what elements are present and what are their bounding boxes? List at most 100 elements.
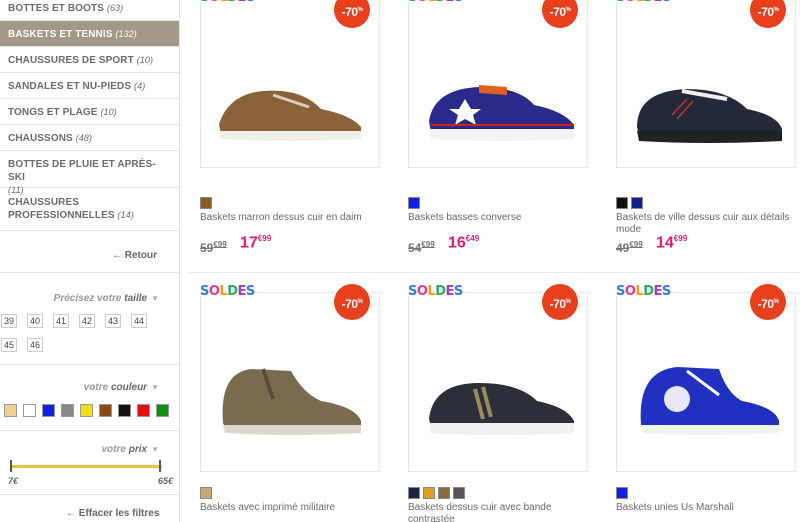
filter-key: taille	[124, 293, 148, 304]
product-card[interactable]: SOLDES -70% Baskets marron dessus cuir en …	[200, 0, 400, 262]
soldes-letter: S	[245, 284, 255, 299]
price-filter-title[interactable]: votre prix ▼	[102, 444, 160, 455]
price-slider-min-handle[interactable]	[10, 460, 12, 472]
category-label: CHAUSSURES DE SPORT	[8, 55, 134, 66]
filter-key: prix	[128, 444, 148, 455]
product-color-swatch[interactable]	[200, 197, 212, 209]
category-item-sandales[interactable]: SANDALES ET NU-PIEDS (4)	[0, 73, 179, 99]
product-name[interactable]: Baskets avec imprimé militaire	[200, 502, 380, 514]
soldes-letter: D	[227, 0, 238, 5]
sale-price-dec: €99	[257, 234, 272, 243]
percent-sign: %	[773, 7, 779, 13]
product-color-swatch[interactable]	[408, 197, 420, 209]
category-item-chaussures-pro[interactable]: CHAUSSURES PROFESSIONNELLES (14)	[0, 188, 179, 231]
size-option[interactable]: 43	[105, 314, 121, 328]
product-name[interactable]: Baskets de ville dessus cuir aux détails…	[616, 212, 796, 236]
color-swatch[interactable]	[156, 404, 169, 417]
color-filter-title[interactable]: votre couleur ▼	[84, 382, 159, 393]
old-price: 59€99	[200, 240, 227, 255]
soldes-logo: SOLDES	[616, 0, 671, 5]
color-swatch[interactable]	[23, 404, 36, 417]
category-item-chaussures-de-sport[interactable]: CHAUSSURES DE SPORT (10)	[0, 47, 179, 73]
color-swatch[interactable]	[137, 404, 150, 417]
old-price: 54€99	[408, 240, 435, 255]
soldes-letter: E	[653, 284, 663, 299]
category-count: (63)	[106, 3, 124, 13]
size-option[interactable]: 44	[131, 314, 147, 328]
old-price-dec: €99	[629, 240, 643, 249]
product-color-swatch[interactable]	[408, 487, 420, 499]
color-swatch[interactable]	[80, 404, 93, 417]
price-slider-track[interactable]	[10, 465, 162, 468]
clear-filters-link[interactable]: ← Effacer les filtres	[66, 508, 159, 519]
sale-price: 14€99	[656, 234, 687, 252]
size-option[interactable]: 41	[53, 314, 69, 328]
old-price-dec: €99	[213, 240, 227, 249]
soldes-letter: O	[417, 0, 428, 5]
category-count: (132)	[115, 29, 137, 39]
old-price: 49€99	[616, 240, 643, 255]
product-color-swatch[interactable]	[616, 197, 628, 209]
soldes-letter: S	[408, 0, 417, 5]
soldes-letter: O	[624, 284, 636, 299]
size-filter-title[interactable]: Précisez votre taille ▼	[54, 293, 159, 304]
soldes-logo: SOLDES	[200, 0, 255, 5]
product-name[interactable]: Baskets dessus cuir avec bande contrasté…	[408, 502, 588, 522]
color-swatch[interactable]	[4, 404, 17, 417]
old-price-dec: €99	[421, 240, 435, 249]
size-option[interactable]: 40	[27, 314, 43, 328]
color-swatch[interactable]	[61, 404, 74, 417]
category-item-bottes-et-boots[interactable]: BOTTES ET BOOTS (63)	[0, 0, 179, 21]
old-price-int: 49	[616, 241, 630, 255]
product-color-swatch[interactable]	[616, 487, 628, 499]
color-swatch[interactable]	[42, 404, 55, 417]
soldes-letter: E	[446, 0, 455, 5]
category-item-chaussons[interactable]: CHAUSSONS (48)	[0, 125, 179, 151]
color-swatch[interactable]	[118, 404, 131, 417]
size-option[interactable]: 45	[1, 338, 17, 352]
product-name[interactable]: Baskets unies Us Marshall	[616, 502, 796, 514]
category-label: CHAUSSONS	[8, 133, 73, 144]
size-option[interactable]: 46	[27, 338, 43, 352]
size-option[interactable]: 39	[1, 314, 17, 328]
filter-key: couleur	[110, 382, 148, 393]
percent-sign: %	[773, 299, 779, 305]
color-swatch[interactable]	[99, 404, 112, 417]
product-name[interactable]: Baskets marron dessus cuir en daim	[200, 212, 380, 224]
divider	[0, 364, 180, 365]
price-max-label: 65€	[158, 476, 174, 486]
product-color-swatch[interactable]	[423, 487, 435, 499]
soldes-letter: S	[661, 284, 671, 299]
shoe-image	[222, 368, 361, 435]
product-name[interactable]: Baskets basses converse	[408, 212, 588, 224]
product-card[interactable]: SOLDES -70% Baskets dessus cuir avec bande…	[408, 272, 608, 522]
product-card[interactable]: SOLDES -70% Baskets avec imprimé militaire	[200, 272, 400, 522]
product-color-swatch[interactable]	[200, 487, 212, 499]
product-color-swatch[interactable]	[438, 487, 450, 499]
soldes-letter: S	[200, 284, 209, 299]
divider	[0, 430, 180, 431]
sale-price: 17€99	[240, 234, 271, 252]
category-item-bottes-de-pluie[interactable]: BOTTES DE PLUIE ET APRÈS-SKI (11)	[0, 151, 179, 195]
soldes-letter: E	[445, 284, 455, 299]
sale-price-int: 16	[448, 234, 466, 252]
product-color-swatch[interactable]	[631, 197, 643, 209]
percent-sign: %	[565, 7, 571, 13]
product-card[interactable]: SOLDES -70% Baskets de ville dessus cuir a…	[616, 0, 800, 262]
soldes-letter: S	[662, 0, 671, 5]
soldes-letter: D	[435, 0, 446, 5]
product-color-swatches	[200, 196, 215, 209]
divider	[0, 494, 180, 495]
product-card[interactable]: SOLDES -70% Baskets basses converse 54€99 16…	[408, 0, 608, 262]
product-card[interactable]: SOLDES -70% Baskets unies Us Marshall	[616, 272, 800, 522]
category-count: (4)	[134, 81, 146, 91]
category-item-baskets-et-tennis[interactable]: BASKETS ET TENNIS (132)	[0, 21, 179, 47]
product-color-swatch[interactable]	[453, 487, 465, 499]
price-slider-max-handle[interactable]	[159, 460, 161, 472]
size-option[interactable]: 42	[79, 314, 95, 328]
sale-price-dec: €49	[465, 234, 480, 243]
shoe-image	[429, 85, 574, 141]
retour-link[interactable]: ← Retour	[112, 250, 157, 261]
category-item-tongs[interactable]: TONGS ET PLAGE (10)	[0, 99, 179, 125]
category-label: BOTTES DE PLUIE ET APRÈS-SKI	[8, 159, 156, 183]
